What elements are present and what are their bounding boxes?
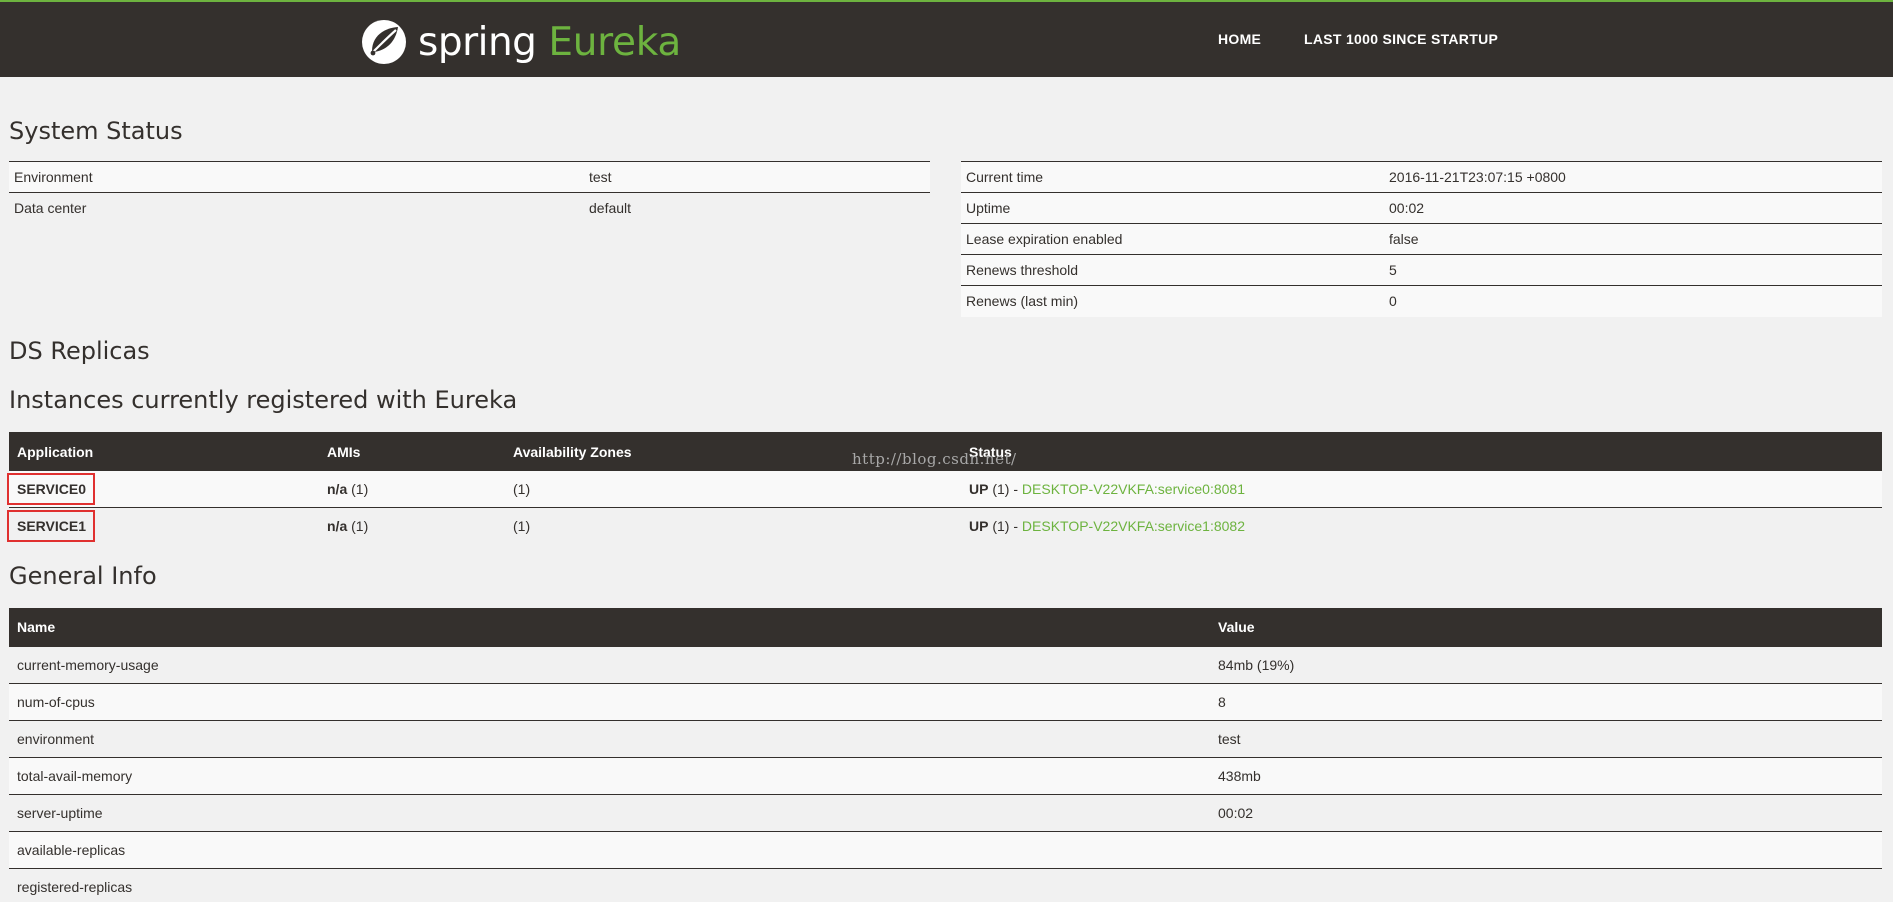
info-value [1210,830,1882,868]
status-key: Current time [961,161,1384,193]
info-value [1210,867,1882,902]
instances-table: Application AMIs Availability Zones Stat… [7,432,1882,544]
table-row: Uptime 00:02 [961,192,1882,224]
ami-count: (1) [351,480,369,497]
status-up: UP [969,480,989,497]
info-name: available-replicas [9,830,1210,868]
table-row: current-memory-usage 84mb (19%) [9,645,1882,683]
system-status-right-table: Current time 2016-11-21T23:07:15 +0800 U… [961,161,1882,317]
status-key: Lease expiration enabled [961,223,1384,255]
ami-value: n/a [327,480,348,497]
table-row: Current time 2016-11-21T23:07:15 +0800 [961,161,1882,193]
status-value: 2016-11-21T23:07:15 +0800 [1384,161,1882,193]
general-info-heading: General Info [9,562,157,590]
spring-leaf-icon [362,20,406,64]
table-row: num-of-cpus 8 [9,682,1882,720]
table-row: registered-replicas [9,867,1882,902]
table-row: SERVICE1 n/a (1) (1) UP (1) - DESKTOP-V2… [7,506,1882,544]
status-key: Uptime [961,192,1384,224]
table-row: SERVICE0 n/a (1) (1) UP (1) - DESKTOP-V2… [7,469,1882,507]
col-amis: AMIs [319,432,505,470]
status-count: (1) - [992,480,1019,497]
info-name: registered-replicas [9,867,1210,902]
info-value: 8 [1210,682,1882,720]
col-name: Name [9,608,1210,646]
ami-value: n/a [327,517,348,534]
table-header-row: Name Value [9,608,1882,646]
system-status-heading: System Status [9,117,183,145]
watermark-text: http://blog.csdn.net/ [852,450,1017,468]
table-row: total-avail-memory 438mb [9,756,1882,794]
table-row: environment test [9,719,1882,757]
table-row: available-replicas [9,830,1882,868]
general-info-table: Name Value current-memory-usage 84mb (19… [9,608,1882,902]
info-value: test [1210,719,1882,757]
status-key: Renews (last min) [961,285,1384,317]
table-row: Renews (last min) 0 [961,285,1882,317]
system-status-left-table: Environment test Data center default [9,161,930,224]
application-name: SERVICE1 [7,509,95,542]
table-row: Environment test [9,161,930,193]
status-up: UP [969,517,989,534]
ds-replicas-heading: DS Replicas [9,337,150,365]
table-row: Renews threshold 5 [961,254,1882,286]
status-count: (1) - [992,517,1019,534]
top-navbar: spring Eureka HOME LAST 1000 SINCE START… [0,0,1893,77]
table-row: Data center default [9,192,930,224]
status-value: 0 [1384,285,1882,317]
info-value: 438mb [1210,756,1882,794]
info-name: server-uptime [9,793,1210,831]
instances-heading: Instances currently registered with Eure… [9,386,518,414]
table-row: Lease expiration enabled false [961,223,1882,255]
brand-spring-text: spring [418,19,537,65]
nav-home-link[interactable]: HOME [1218,31,1261,47]
col-value: Value [1210,608,1882,646]
status-key: Data center [9,192,584,224]
status-value: 5 [1384,254,1882,286]
col-application: Application [9,432,319,470]
table-row: server-uptime 00:02 [9,793,1882,831]
application-name: SERVICE0 [7,472,95,505]
info-value: 84mb (19%) [1210,645,1882,683]
info-name: total-avail-memory [9,756,1210,794]
info-value: 00:02 [1210,793,1882,831]
status-value: 00:02 [1384,192,1882,224]
status-value: test [584,161,930,193]
status-value: false [1384,223,1882,255]
brand-eureka-text: Eureka [548,19,681,65]
col-status: Status [961,432,1882,470]
info-name: environment [9,719,1210,757]
nav-last-1000-link[interactable]: LAST 1000 SINCE STARTUP [1304,31,1498,47]
brand-logo[interactable]: spring Eureka [360,12,681,72]
status-value: default [584,192,930,224]
info-name: current-memory-usage [9,645,1210,683]
instance-link[interactable]: DESKTOP-V22VKFA:service1:8082 [1022,518,1245,534]
zones-value: (1) [505,506,961,544]
status-key: Renews threshold [961,254,1384,286]
zones-value: (1) [505,469,961,507]
status-key: Environment [9,161,584,193]
info-name: num-of-cpus [9,682,1210,720]
ami-count: (1) [351,517,369,534]
instance-link[interactable]: DESKTOP-V22VKFA:service0:8081 [1022,481,1245,497]
